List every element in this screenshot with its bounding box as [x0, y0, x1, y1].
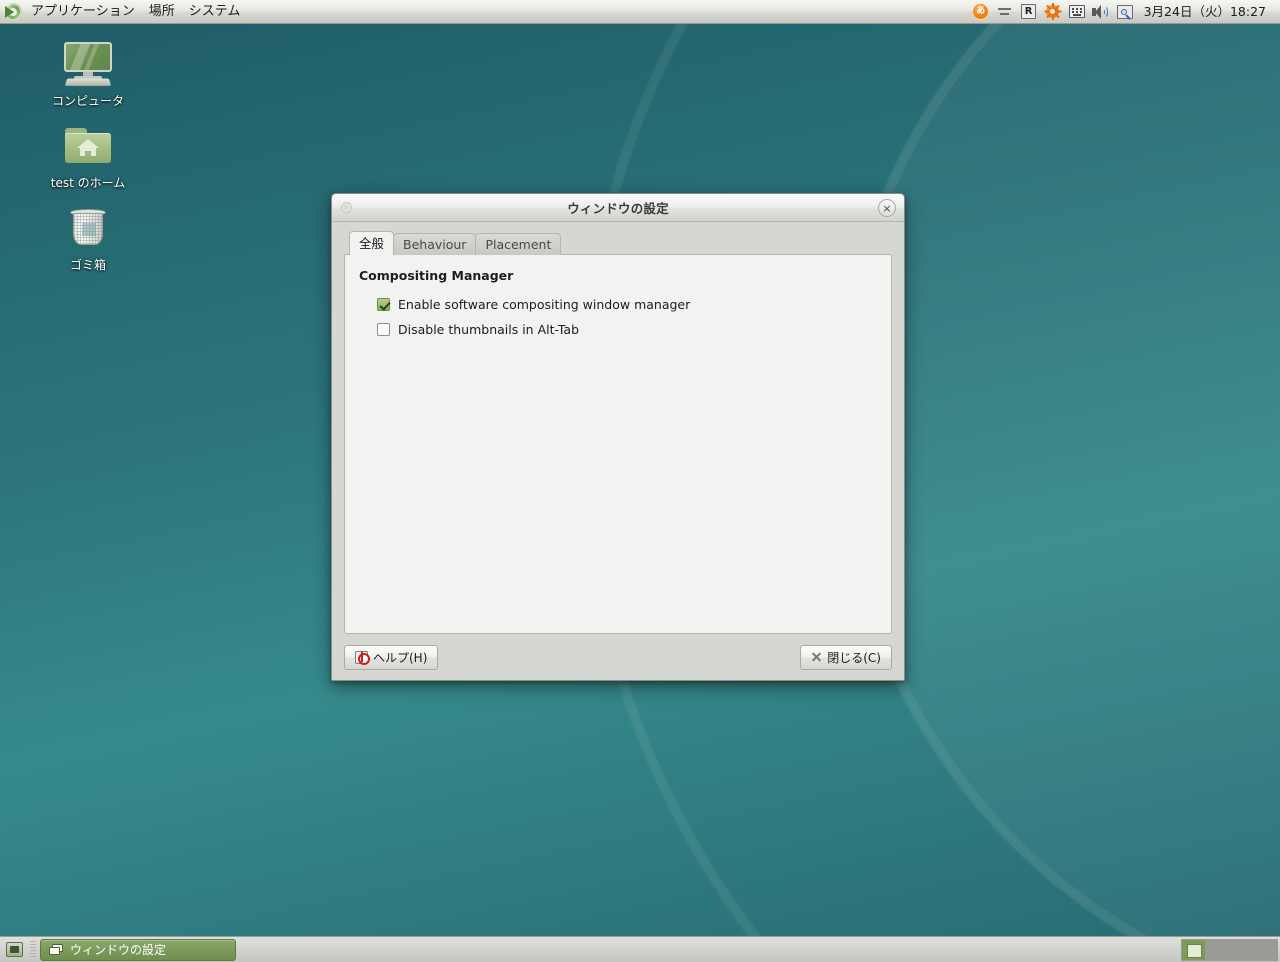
workspace-3[interactable] — [1230, 939, 1253, 960]
window-body: 全般 Behaviour Placement Compositing Manag… — [332, 222, 904, 680]
tab-behaviour[interactable]: Behaviour — [393, 233, 477, 255]
desktop-icon-home-label: test のホーム — [50, 176, 126, 190]
desktop-icon-computer-label: コンピュータ — [51, 94, 124, 108]
checkbox-enable-software-compositing-box[interactable] — [377, 298, 390, 311]
desktop-icon-computer[interactable]: コンピュータ — [33, 40, 143, 109]
desktop-icon-trash[interactable]: ゴミ箱 — [33, 204, 143, 273]
menu-system[interactable]: システム — [182, 1, 248, 23]
dialog-action-bar: ヘルプ(H) 閉じる(C) — [344, 644, 892, 670]
keyboard-layout-icon[interactable] — [1066, 1, 1088, 23]
volume-speaker-icon[interactable] — [1090, 1, 1112, 23]
tab-strip: 全般 Behaviour Placement — [349, 231, 892, 255]
window-title: ウィンドウの設定 — [567, 201, 669, 216]
panel-separator — [30, 940, 36, 959]
system-tray: あ R 3月24日（火）18:27 — [970, 0, 1280, 24]
menu-applications[interactable]: アプリケーション — [24, 1, 142, 23]
help-lifebuoy-icon — [355, 650, 370, 665]
section-title-compositing-manager: Compositing Manager — [359, 268, 514, 283]
show-desktop-icon[interactable] — [2, 938, 26, 962]
computer-monitor-icon — [62, 40, 114, 88]
help-button-label: ヘルプ(H) — [373, 650, 428, 665]
checkbox-disable-thumbnails-alt-tab-box[interactable] — [377, 323, 390, 336]
keyboard-dash-indicator-icon[interactable] — [994, 1, 1016, 23]
recorder-r-indicator-icon[interactable]: R — [1018, 1, 1040, 23]
panel-clock[interactable]: 3月24日（火）18:27 — [1138, 1, 1274, 23]
bottom-panel: ウィンドウの設定 — [0, 936, 1280, 962]
checkbox-enable-software-compositing-label: Enable software compositing window manag… — [398, 297, 691, 312]
workspace-2[interactable] — [1206, 939, 1229, 960]
ime-indicator-icon[interactable]: あ — [970, 1, 992, 23]
home-folder-icon — [62, 122, 114, 170]
tab-panel-general: Compositing Manager Enable software comp… — [344, 254, 892, 634]
taskbar-item-window-settings[interactable]: ウィンドウの設定 — [40, 938, 236, 961]
close-button-label: 閉じる(C) — [827, 650, 881, 665]
tab-placement[interactable]: Placement — [475, 233, 562, 255]
desktop-icon-home[interactable]: test のホーム — [33, 122, 143, 191]
trash-bin-icon — [62, 204, 114, 252]
workspace-1[interactable] — [1182, 939, 1205, 960]
workspace-switcher — [1181, 938, 1278, 961]
workspace-4[interactable] — [1254, 939, 1277, 960]
magnifier-key-icon[interactable] — [1114, 1, 1136, 23]
checkbox-enable-software-compositing[interactable]: Enable software compositing window manag… — [377, 297, 877, 312]
desktop-icon-trash-label: ゴミ箱 — [69, 258, 106, 272]
window-titlebar[interactable]: ウィンドウの設定 × — [332, 194, 904, 222]
close-x-icon — [811, 652, 822, 663]
mate-swirl-logo-icon[interactable] — [2, 1, 24, 23]
menu-places[interactable]: 場所 — [142, 1, 182, 23]
settings-gear-icon[interactable] — [1042, 1, 1064, 23]
window-settings-dialog: ウィンドウの設定 × 全般 Behaviour Placement Compos… — [331, 193, 905, 681]
tab-general[interactable]: 全般 — [349, 231, 395, 255]
close-button[interactable]: 閉じる(C) — [800, 644, 892, 670]
ime-indicator-glyph: あ — [973, 4, 989, 19]
window-menu-icon[interactable] — [341, 202, 352, 213]
checkbox-disable-thumbnails-alt-tab-label: Disable thumbnails in Alt-Tab — [398, 322, 580, 337]
recorder-r-glyph: R — [1021, 4, 1037, 19]
taskbar-item-label: ウィンドウの設定 — [70, 943, 167, 957]
top-panel: アプリケーション 場所 システム あ R 3月24日（火）18:27 — [0, 0, 1280, 24]
window-stack-icon — [49, 943, 63, 956]
help-button[interactable]: ヘルプ(H) — [344, 644, 439, 670]
checkbox-disable-thumbnails-alt-tab[interactable]: Disable thumbnails in Alt-Tab — [377, 322, 877, 337]
window-close-icon[interactable]: × — [878, 199, 896, 217]
